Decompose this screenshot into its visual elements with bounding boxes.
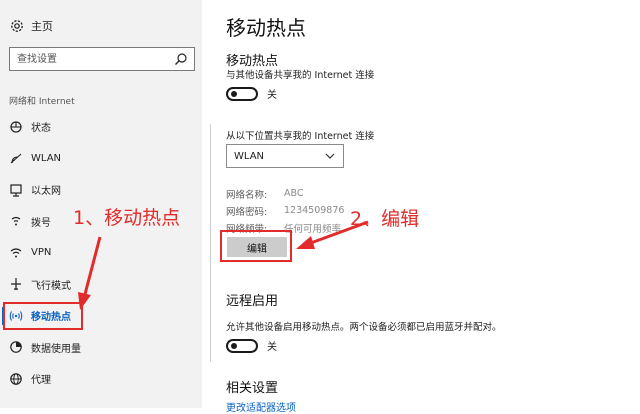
- arrow-to-edit-head: [296, 236, 315, 249]
- arrow-to-edit: [307, 220, 369, 246]
- arrow-to-hotspot: [82, 236, 102, 299]
- arrow-to-hotspot-head: [78, 292, 91, 310]
- annotation-arrows: [78, 220, 369, 310]
